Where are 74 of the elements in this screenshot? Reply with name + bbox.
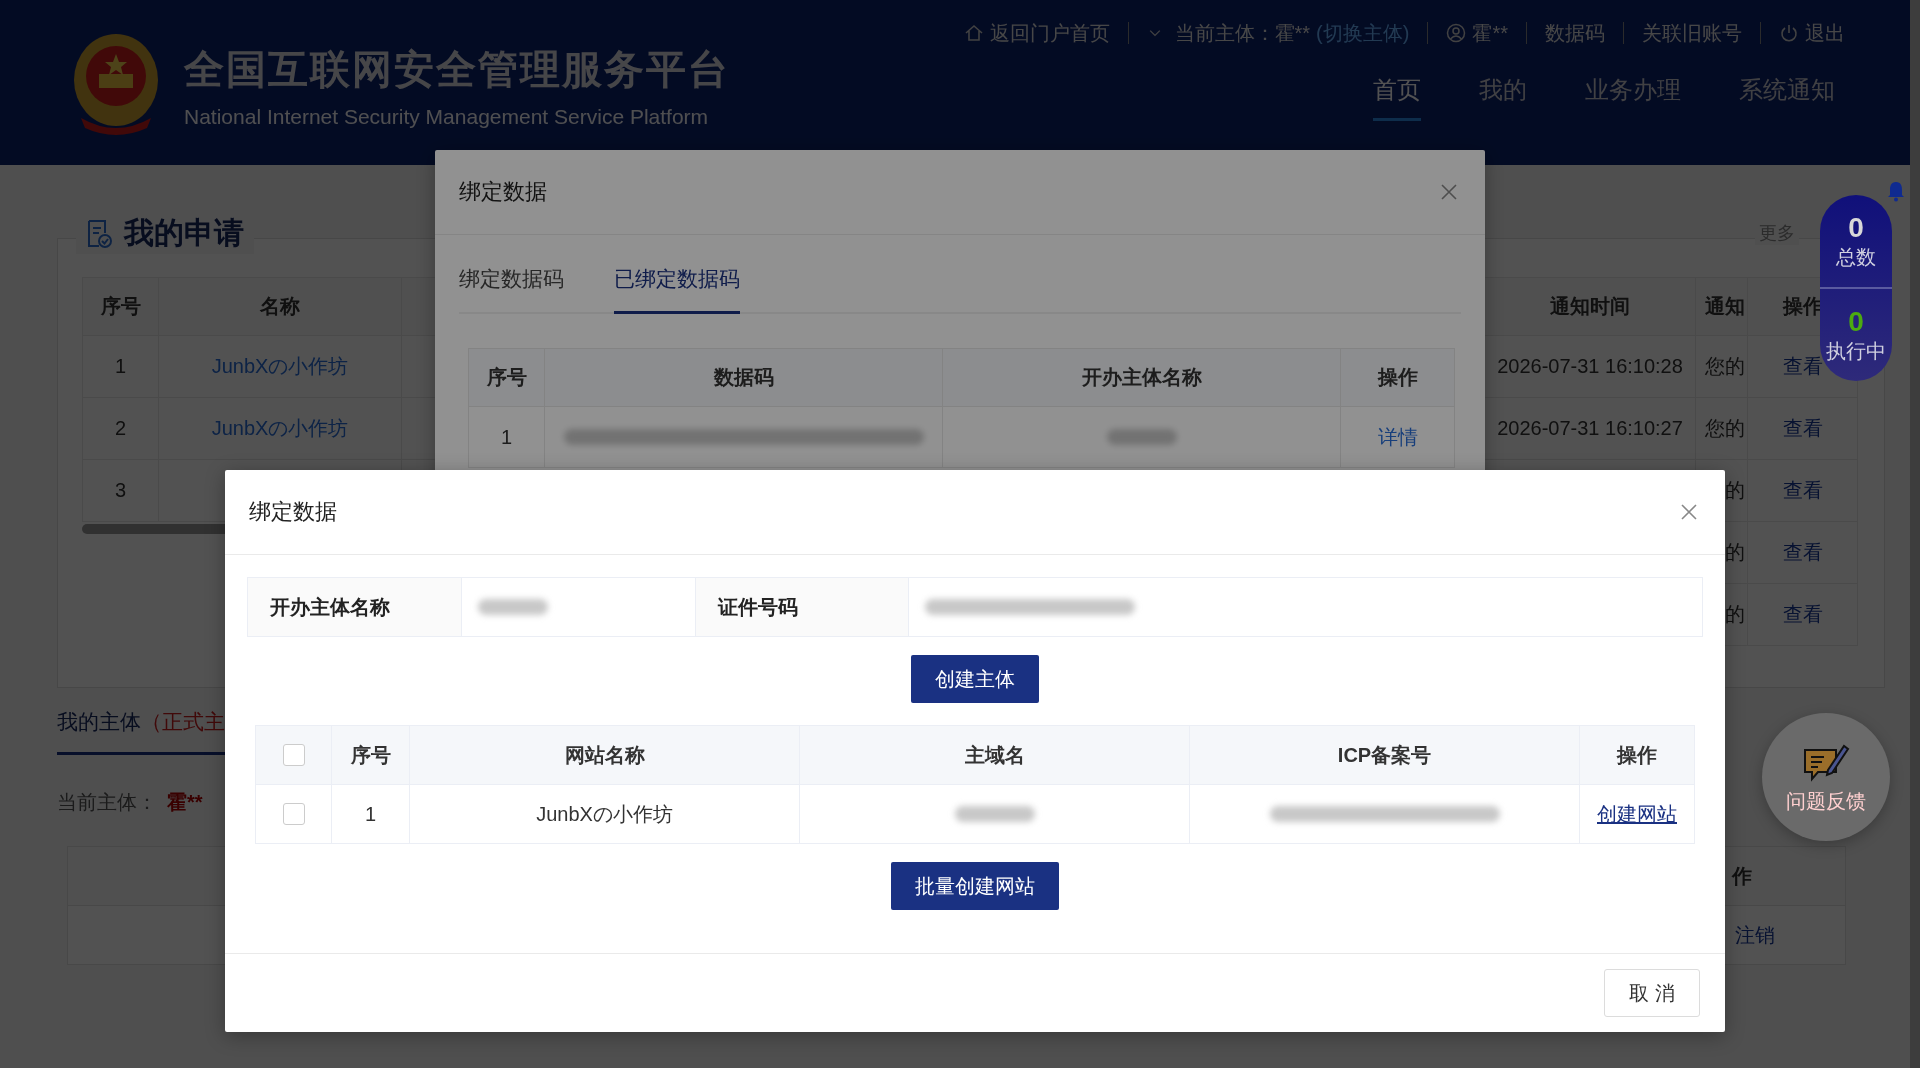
header-link[interactable]: 关联旧账号 (1642, 22, 1742, 44)
home-icon (963, 23, 984, 43)
header-link[interactable]: 返回门户首页 (989, 22, 1110, 44)
details-link[interactable]: 详情 (1377, 423, 1418, 451)
column-header: 序号 (485, 365, 528, 390)
header-link[interactable]: 霍** (1472, 22, 1508, 44)
create-subject-button[interactable]: 创建主体 (911, 655, 1039, 703)
tab[interactable]: 绑定数据码 (459, 255, 564, 314)
column-header: 通知 (1695, 278, 1747, 335)
stat-label: 执行中 (1826, 338, 1886, 364)
table-cell-text: 的 (1725, 602, 1745, 627)
table-cell: 2026-07-31 16:10:27 (1497, 417, 1683, 440)
section-tab[interactable]: 我的主体 (57, 708, 141, 736)
document-check-icon (86, 218, 112, 249)
cancel-link[interactable]: 注销 (1735, 921, 1775, 949)
checkbox[interactable] (282, 803, 305, 825)
batch-create-button[interactable]: 批量创建网站 (891, 862, 1059, 910)
table-cell: JunbXの小作坊 (409, 785, 799, 843)
column-header: 网站名称 (409, 726, 799, 784)
header-link[interactable]: 当前主体：霍** (1174, 22, 1311, 44)
field-label: 开办主体名称 (248, 578, 461, 636)
user-icon (1446, 23, 1467, 43)
current-subject: 霍** (167, 790, 203, 815)
table-cell: 1 (331, 785, 409, 843)
section-title: 我的申请 (124, 215, 244, 251)
view-link[interactable]: 查看 (1782, 539, 1823, 566)
table-cell: 2026-07-31 16:10:28 (1497, 355, 1683, 378)
view-link[interactable]: 查看 (1782, 601, 1823, 628)
table-cell-text: 您的 (1705, 416, 1745, 441)
column-header: 主域名 (799, 726, 1189, 784)
application-link[interactable]: JunbXの小作坊 (211, 353, 349, 380)
dialog-title: 绑定数据 (459, 178, 547, 206)
column-header: 操作 (1340, 349, 1454, 406)
column-header: 序号 (331, 726, 409, 784)
table-cell-text: 1 (113, 354, 128, 379)
tab[interactable]: 已绑定数据码 (614, 255, 740, 314)
field-label: 证件号码 (695, 578, 908, 636)
site-subtitle: National Internet Security Management Service Platform (184, 105, 710, 129)
checkbox[interactable] (282, 744, 305, 766)
stat-label: 总数 (1836, 244, 1876, 270)
view-link[interactable]: 查看 (1782, 415, 1823, 442)
power-icon (1779, 23, 1799, 43)
table-cell-text: 3 (113, 478, 128, 503)
feedback-button[interactable]: 问题反馈 (1762, 713, 1890, 841)
table-cell-text: 的 (1725, 478, 1745, 503)
dialog-title: 绑定数据 (249, 498, 337, 526)
column-header: 作 (1732, 863, 1752, 889)
column-header: 开办主体名称 (942, 349, 1340, 406)
redacted-value (1106, 429, 1177, 445)
column-header: ICP备案号 (1189, 726, 1579, 784)
header-link[interactable]: 退出 (1805, 22, 1845, 44)
table-cell-text: 1 (499, 424, 514, 450)
column-header: 数据码 (544, 349, 942, 406)
column-header: 名称 (158, 278, 401, 335)
bell-icon[interactable] (1886, 180, 1906, 202)
nav-tab[interactable]: 首页 (1373, 74, 1421, 121)
header-link[interactable]: 数据码 (1545, 22, 1605, 44)
view-link[interactable]: 查看 (1782, 477, 1823, 504)
close-icon[interactable] (1679, 502, 1699, 522)
table-cell-text: 2 (113, 416, 128, 441)
close-icon[interactable] (1439, 182, 1459, 202)
create-website-link[interactable]: 创建网站 (1597, 800, 1677, 828)
column-header: 操作 (1579, 726, 1694, 784)
site-title: 全国互联网安全管理服务平台 (184, 46, 730, 93)
redacted-value (478, 599, 548, 615)
application-link[interactable]: JunbXの小作坊 (211, 415, 349, 442)
tab-note: （正式主 (141, 709, 225, 735)
stat-value: 0 (1848, 211, 1864, 244)
table-cell-text: 您的 (1705, 354, 1745, 379)
table-cell-text: 的 (1725, 540, 1745, 565)
view-link[interactable]: 查看 (1782, 353, 1823, 380)
cancel-button[interactable]: 取 消 (1604, 969, 1700, 1017)
column-header: 序号 (99, 294, 142, 319)
scrollbar[interactable] (1910, 0, 1920, 1068)
